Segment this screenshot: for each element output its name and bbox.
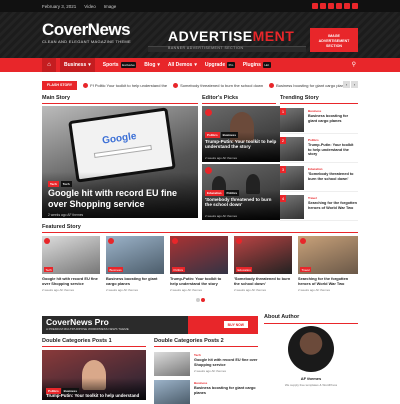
pinterest-icon[interactable] [352, 2, 358, 9]
image-icon [108, 238, 114, 244]
featured-card[interactable]: Travel Searching for the forgotten heroe… [298, 236, 358, 292]
author-avatar [288, 326, 334, 372]
linkedin-icon[interactable] [328, 2, 334, 9]
image-icon [205, 167, 212, 174]
topbar-link-video[interactable]: Video [84, 4, 95, 9]
featured-pagination[interactable] [196, 298, 205, 302]
main-nav: ⌂ Business ▾ Sports Exclusive Blog ▾ All … [0, 58, 400, 72]
double-cat-2-thumb[interactable] [154, 380, 190, 404]
editors-pick-card[interactable]: Education Politics 'Somebody threatened t… [202, 164, 280, 220]
editors-pick-title[interactable]: Trump-Putin: Your toolkit to help unders… [205, 139, 277, 150]
trending-heading: Trending Story [280, 95, 319, 101]
advertisement-banner[interactable]: ADVERTISEMENT BANNER ADVERTISEMENT SECTI… [148, 26, 358, 56]
flash-item[interactable]: Somebody threatened to burn the school d… [173, 83, 263, 88]
image-icon [172, 238, 178, 244]
double-cat-2-heading: Double Categories Posts 2 [154, 338, 224, 344]
twitter-icon[interactable] [320, 2, 326, 9]
flash-prev-icon[interactable]: ‹ [343, 81, 350, 88]
featured-card[interactable]: Education 'Somebody threatened to burn t… [234, 236, 292, 292]
main-story-heading: Main Story [42, 95, 71, 101]
advert-title: ADVERTISEMENT [168, 28, 295, 44]
nav-item-all-demos[interactable]: All Demos ▾ [168, 62, 197, 68]
trending-item[interactable]: 1 Business Business boosting for giant ca… [280, 106, 358, 134]
nav-item-upgrade[interactable]: Upgrade Pro [205, 62, 235, 68]
image-icon [205, 109, 212, 116]
image-icon [236, 238, 242, 244]
topbar-link-image[interactable]: Image [104, 4, 117, 9]
nav-item-plugins[interactable]: Plugins Hot [243, 62, 271, 68]
advert-box: IMAGE ADVERTISEMENT SECTION [310, 28, 358, 52]
social-links [312, 2, 358, 9]
featured-card[interactable]: Business Business boosting for giant car… [106, 236, 164, 292]
search-icon[interactable]: ⚲ [352, 61, 356, 68]
nav-item-sports[interactable]: Sports Exclusive [103, 62, 137, 68]
editors-pick-card[interactable]: Politics Business Trump-Putin: Your toolk… [202, 106, 280, 162]
category-badge[interactable]: Tech [48, 181, 59, 187]
double-cat-2-title[interactable]: Business boosting for giant cargo planes [194, 386, 258, 395]
top-bar: February 3, 2021 Video Image [0, 0, 400, 12]
editors-pick-title[interactable]: 'Somebody threatened to burn the school … [205, 197, 277, 208]
site-tagline: CLEAN AND ELEGANT MAGAZINE THEME [42, 39, 132, 44]
youtube-icon[interactable] [344, 2, 350, 9]
trending-item[interactable]: 2 Politics Trump-Putin: Your toolkit to h… [280, 135, 358, 163]
about-heading: About Author [264, 314, 300, 320]
double-cat-1-heading: Double Categories Posts 1 [42, 338, 112, 344]
facebook-icon[interactable] [312, 2, 318, 9]
current-date: February 3, 2021 [42, 3, 77, 9]
promo-subtitle: A PREMIUM MULTIPURPOSE WORDPRESS NEWS TH… [46, 327, 129, 331]
double-cat-2-title[interactable]: Google hit with record EU fine over Shop… [194, 358, 258, 367]
flash-story-label: FLASH STORY [42, 80, 78, 90]
flash-story-ticker: FLASH STORY Ff Politic Your toolkit to h… [42, 80, 358, 90]
category-badge[interactable]: Tech [60, 181, 72, 187]
nav-item-blog[interactable]: Blog ▾ [144, 62, 160, 68]
double-cat-1-card[interactable]: Politics Business Trump-Putin: Your toolk… [42, 350, 146, 400]
promo-title: CoverNews Pro [46, 317, 109, 327]
double-cat-2-thumb[interactable] [154, 352, 190, 376]
author-bio: We supply free templates & WordPress [284, 383, 338, 387]
flash-next-icon[interactable]: › [351, 81, 358, 88]
promo-banner[interactable]: CoverNews Pro A PREMIUM MULTIPURPOSE WOR… [42, 316, 258, 334]
site-logo[interactable]: CoverNews [42, 20, 131, 40]
image-icon [300, 238, 306, 244]
featured-card[interactable]: Tech Google hit with record EU fine over… [42, 236, 100, 292]
main-story-card[interactable]: Google Tech Tech Google hit with record E… [42, 106, 198, 218]
advert-subtitle: BANNER ADVERTISEMENT SECTION [168, 46, 244, 50]
nav-item-business[interactable]: Business ▾ [60, 58, 95, 72]
trending-item[interactable]: 4 Travel Searching for the forgotten hero… [280, 193, 358, 221]
main-story-title[interactable]: Google hit with record EU fine over Shop… [48, 188, 194, 210]
flash-item[interactable]: Business boosting for giant cargo planes [269, 83, 348, 88]
main-story-meta: 2 weeks ago AF themes [48, 213, 84, 217]
about-author-widget: About Author AF themes We supply free te… [264, 314, 358, 387]
site-header: CoverNews CLEAN AND ELEGANT MAGAZINE THE… [0, 12, 400, 58]
image-icon [44, 238, 50, 244]
featured-heading: Featured Story [42, 224, 81, 230]
home-icon[interactable]: ⌂ [42, 58, 56, 72]
instagram-icon[interactable] [336, 2, 342, 9]
buy-now-button[interactable]: BUY NOW [223, 321, 248, 328]
trending-item[interactable]: 3 Education 'Somebody threatened to burn … [280, 164, 358, 192]
featured-card[interactable]: Politics Trump-Putin: Your toolkit to he… [170, 236, 228, 292]
author-name[interactable]: AF themes [264, 376, 358, 381]
flash-item[interactable]: Ff Politic Your toolkit to help understa… [83, 83, 167, 88]
editors-picks-heading: Editor's Picks [202, 95, 239, 101]
